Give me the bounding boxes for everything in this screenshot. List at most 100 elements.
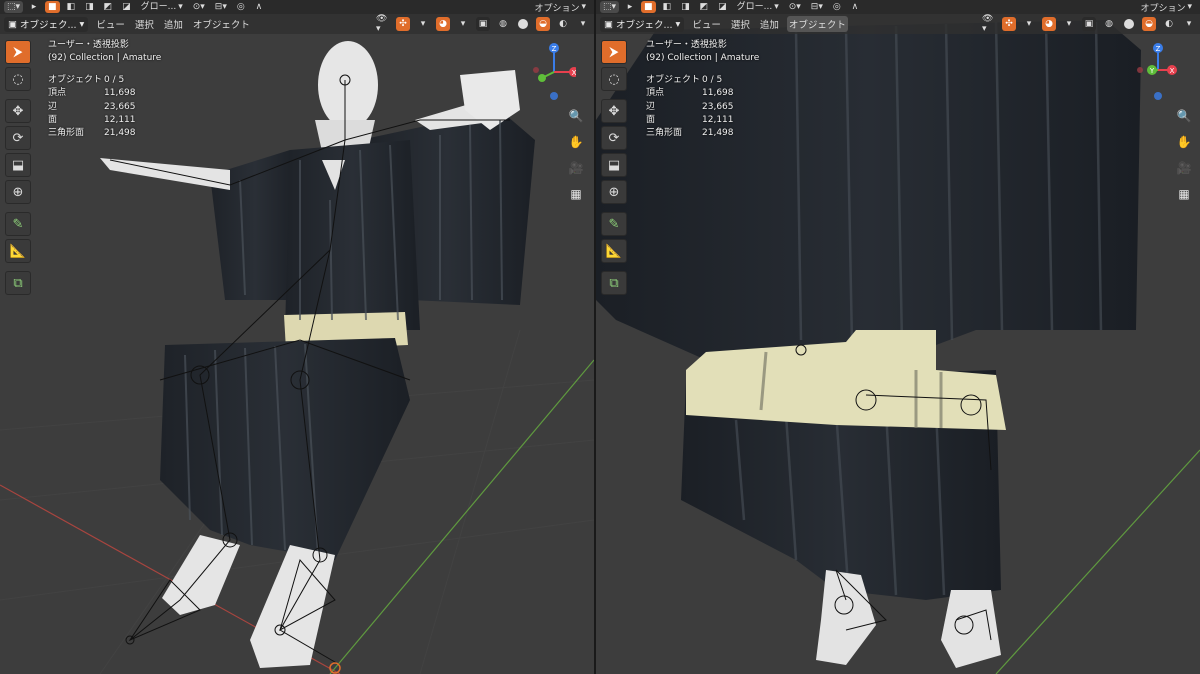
proportional-edit-icon[interactable]: ◎ — [829, 1, 844, 13]
menu-select[interactable]: 選択 — [133, 16, 156, 32]
annotate-tool-icon[interactable]: ✎ — [5, 212, 31, 236]
stat-value: 0 / 5 — [104, 74, 125, 85]
menu-view[interactable]: ビュー — [94, 16, 127, 32]
shading-dropdown-icon[interactable]: ▾ — [1182, 17, 1196, 31]
proportional-edit-icon[interactable]: ◎ — [233, 1, 248, 13]
transform-orientation-dropdown[interactable]: グロー... ▾ — [137, 1, 186, 13]
rotate-tool-icon[interactable]: ⟳ — [601, 126, 627, 150]
scale-tool-icon[interactable]: ⬓ — [601, 153, 627, 177]
transform-tool-icon[interactable]: ⊕ — [5, 180, 31, 204]
measure-tool-icon[interactable]: 📐 — [601, 239, 627, 263]
menu-object[interactable]: オブジェクト — [786, 16, 848, 32]
tweak-icon[interactable]: ▸ — [623, 1, 638, 13]
select-invert-icon[interactable]: ◩ — [696, 1, 712, 13]
overlay-toggle-icon[interactable]: ◕ — [436, 17, 450, 31]
options-dropdown[interactable]: オプション ▾ — [530, 1, 590, 14]
mode-label: オブジェク... — [19, 20, 77, 31]
select-box-tool-icon[interactable]: ⮞ — [601, 40, 627, 64]
shading-wireframe-icon[interactable]: ◍ — [1102, 17, 1116, 31]
transform-tool-icon[interactable]: ⊕ — [601, 180, 627, 204]
navigation-gizmo[interactable]: Z X — [530, 40, 576, 102]
camera-view-icon[interactable]: 🎥 — [566, 158, 586, 178]
xray-toggle-icon[interactable]: ▣ — [1082, 17, 1096, 31]
mode-dropdown[interactable]: ▣ オブジェク... ▾ — [4, 16, 89, 32]
perspective-grid-icon[interactable]: ▦ — [566, 184, 586, 204]
select-mode-icon[interactable]: ⬚▾ — [600, 1, 620, 13]
gizmo-dropdown-icon[interactable]: ▾ — [1022, 17, 1036, 31]
pan-hand-icon[interactable]: ✋ — [566, 132, 586, 152]
gizmo-dropdown-icon[interactable]: ▾ — [416, 17, 430, 31]
pan-hand-icon[interactable]: ✋ — [1174, 132, 1194, 152]
select-new-icon[interactable]: ■ — [641, 1, 656, 13]
shading-dropdown-icon[interactable]: ▾ — [576, 17, 590, 31]
shading-rendered-icon[interactable]: ◐ — [556, 17, 570, 31]
menu-add[interactable]: 追加 — [758, 16, 781, 32]
select-intersect-icon[interactable]: ◪ — [715, 1, 730, 13]
stat-row: 辺 23,665 — [646, 101, 759, 114]
add-cube-tool-icon[interactable]: ⧉ — [601, 271, 627, 295]
zoom-icon[interactable]: 🔍 — [566, 106, 586, 126]
shading-solid-icon[interactable] — [516, 17, 530, 31]
gizmo-toggle-icon[interactable]: ✣ — [1002, 17, 1016, 31]
select-subtract-icon[interactable]: ◨ — [82, 1, 97, 13]
measure-tool-icon[interactable]: 📐 — [5, 239, 31, 263]
overlay-dropdown-icon[interactable]: ▾ — [456, 17, 470, 31]
pivot-icon[interactable]: ⊙▾ — [189, 1, 208, 13]
camera-view-icon[interactable]: 🎥 — [1174, 158, 1194, 178]
select-new-icon[interactable]: ■ — [45, 1, 60, 13]
move-tool-icon[interactable]: ✥ — [601, 99, 627, 123]
mode-dropdown[interactable]: ▣ オブジェク... ▾ — [600, 16, 685, 32]
tool-settings-bar: ⬚▾ ▸ ■ ◧ ◨ ◩ ◪ グロー... ▾ ⊙▾ ⊟▾ ◎ ∧ オプション ▾ — [0, 0, 594, 14]
shading-material-icon[interactable]: ◒ — [536, 17, 550, 31]
rotate-tool-icon[interactable]: ⟳ — [5, 126, 31, 150]
gizmo-toggle-icon[interactable]: ✣ — [396, 17, 410, 31]
snap-icon[interactable]: ⊟▾ — [807, 1, 826, 13]
select-extend-icon[interactable]: ◧ — [63, 1, 79, 13]
visibility-icon[interactable]: 👁▾ — [376, 14, 390, 34]
visibility-icon[interactable]: 👁▾ — [982, 14, 996, 34]
options-dropdown[interactable]: オプション ▾ — [1136, 1, 1196, 14]
stat-label: 頂点 — [646, 88, 665, 99]
menu-add[interactable]: 追加 — [162, 16, 185, 32]
move-tool-icon[interactable]: ✥ — [5, 99, 31, 123]
menu-view[interactable]: ビュー — [690, 16, 723, 32]
neg-x-axis-icon — [533, 67, 539, 73]
overlay-dropdown-icon[interactable]: ▾ — [1062, 17, 1076, 31]
select-extend-icon[interactable]: ◧ — [659, 1, 675, 13]
stat-label: 辺 — [646, 101, 656, 112]
shading-wireframe-icon[interactable]: ◍ — [496, 17, 510, 31]
select-intersect-icon[interactable]: ◪ — [119, 1, 134, 13]
shading-material-icon[interactable]: ◒ — [1142, 17, 1156, 31]
viewport-right[interactable]: ⬚▾ ▸ ■ ◧ ◨ ◩ ◪ グロー... ▾ ⊙▾ ⊟▾ ◎ ∧ オプション ▾ … — [596, 0, 1200, 674]
snap-icon[interactable]: ⊟▾ — [211, 1, 230, 13]
falloff-icon[interactable]: ∧ — [251, 1, 266, 13]
shading-solid-icon[interactable] — [1122, 17, 1136, 31]
falloff-icon[interactable]: ∧ — [847, 1, 862, 13]
stat-value: 23,665 — [702, 101, 734, 112]
zoom-icon[interactable]: 🔍 — [1174, 106, 1194, 126]
stat-row: オブジェクト 0 / 5 — [48, 74, 161, 87]
annotate-tool-icon[interactable]: ✎ — [601, 212, 627, 236]
shading-rendered-icon[interactable]: ◐ — [1162, 17, 1176, 31]
pivot-icon[interactable]: ⊙▾ — [785, 1, 804, 13]
add-cube-tool-icon[interactable]: ⧉ — [5, 271, 31, 295]
menu-object[interactable]: オブジェクト — [191, 16, 252, 32]
gizmo-x-label: X — [572, 69, 576, 77]
navigation-gizmo[interactable]: Z X Y — [1136, 40, 1182, 102]
cursor-tool-icon[interactable]: ◌ — [5, 67, 31, 91]
menu-select[interactable]: 選択 — [729, 16, 752, 32]
tweak-icon[interactable]: ▸ — [27, 1, 42, 13]
overlay-toggle-icon[interactable]: ◕ — [1042, 17, 1056, 31]
scale-tool-icon[interactable]: ⬓ — [5, 153, 31, 177]
select-subtract-icon[interactable]: ◨ — [678, 1, 693, 13]
stat-row: 面 12,111 — [48, 114, 161, 127]
xray-toggle-icon[interactable]: ▣ — [476, 17, 490, 31]
select-mode-icon[interactable]: ⬚▾ — [4, 1, 24, 13]
select-invert-icon[interactable]: ◩ — [100, 1, 116, 13]
perspective-grid-icon[interactable]: ▦ — [1174, 184, 1194, 204]
viewport-left[interactable]: ⬚▾ ▸ ■ ◧ ◨ ◩ ◪ グロー... ▾ ⊙▾ ⊟▾ ◎ ∧ オプション ▾ … — [0, 0, 594, 674]
select-box-tool-icon[interactable]: ⮞ — [5, 40, 31, 64]
transform-orientation-dropdown[interactable]: グロー... ▾ — [733, 1, 782, 13]
neg-z-axis-icon — [1154, 92, 1162, 100]
cursor-tool-icon[interactable]: ◌ — [601, 67, 627, 91]
